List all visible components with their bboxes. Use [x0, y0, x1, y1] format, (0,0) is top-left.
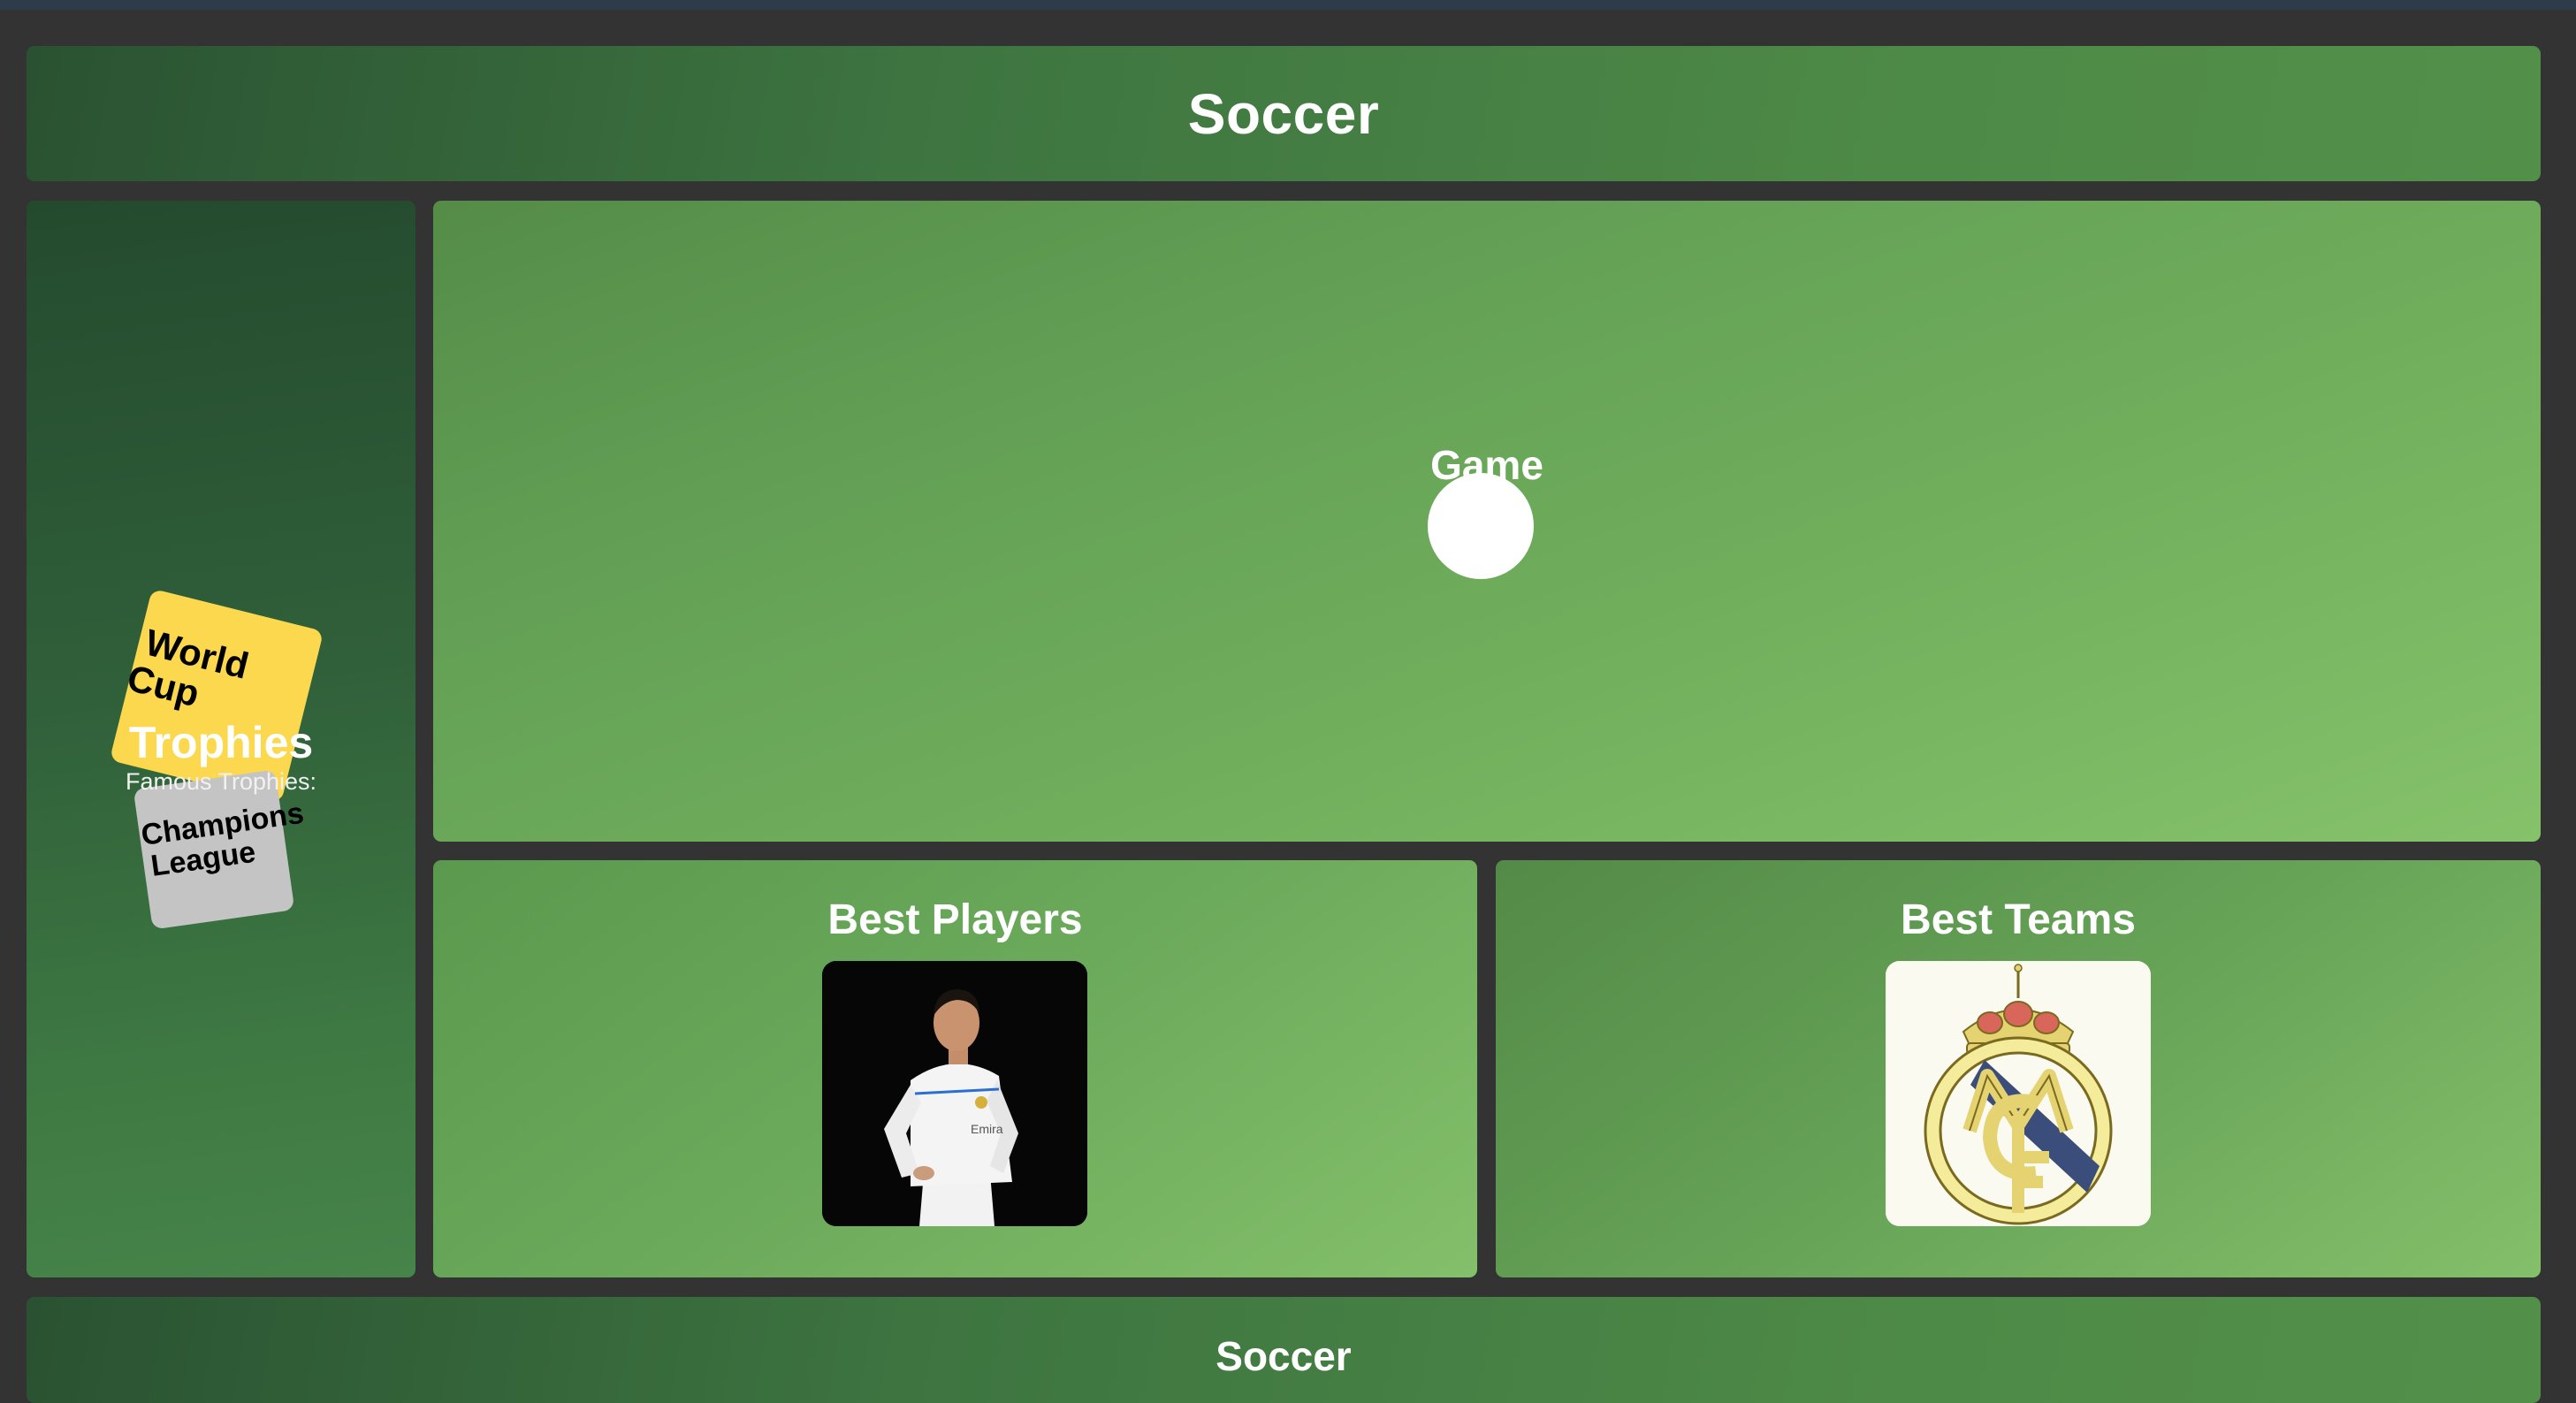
player-silhouette-image: Emira — [822, 961, 1087, 1226]
best-players-card: Best Players Emira — [433, 860, 1477, 1277]
club-crest-image — [1886, 961, 2151, 1226]
team-crest — [1886, 961, 2151, 1226]
trophies-sidebar: World Cup Champions League Trophies Famo… — [27, 201, 415, 1277]
player-photo: Emira — [822, 961, 1087, 1226]
ball[interactable] — [1428, 473, 1534, 579]
best-teams-heading: Best Teams — [1901, 896, 2136, 943]
page-title: Soccer — [1187, 81, 1380, 146]
best-teams-card: Best Teams — [1496, 860, 2541, 1277]
trophies-heading: Trophies — [128, 718, 314, 767]
svg-text:Emira: Emira — [971, 1122, 1003, 1136]
footer-title: Soccer — [1216, 1333, 1352, 1379]
trophies-subtitle: Famous Trophies: — [125, 768, 317, 795]
game-panel[interactable]: Game — [433, 201, 2541, 842]
page-footer: Soccer — [27, 1297, 2541, 1403]
best-players-heading: Best Players — [827, 896, 1083, 943]
browser-top-strip — [0, 0, 2576, 10]
page-header: Soccer — [27, 46, 2541, 181]
